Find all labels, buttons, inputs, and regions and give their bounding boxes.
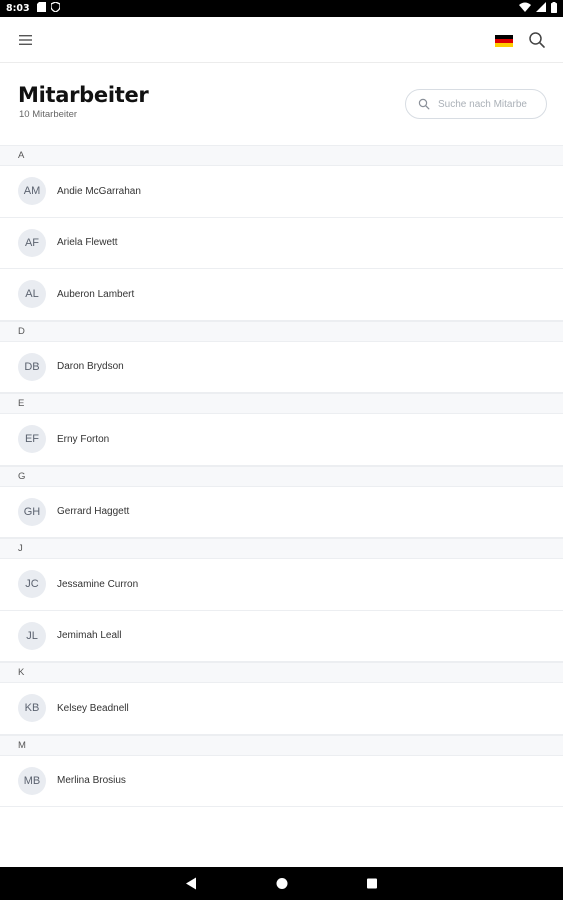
status-time: 8:03 <box>6 3 30 14</box>
section-e: E EF Erny Forton <box>0 393 563 466</box>
employee-name: Jemimah Leall <box>57 630 122 642</box>
navigation-bar <box>0 867 563 900</box>
section-a: A AM Andie McGarrahan AF Ariela Flewett AL Aub… <box>0 145 563 321</box>
employee-name: Erny Forton <box>57 433 110 445</box>
section-m: M MB Merlina Brosius <box>0 734 563 807</box>
page-title: Mitarbeiter <box>18 83 149 107</box>
employee-count: 10 Mitarbeiter <box>19 109 78 120</box>
employee-row[interactable]: KB Kelsey Beadnell <box>0 683 563 735</box>
section-header: K <box>0 662 563 683</box>
section-header: D <box>0 320 563 342</box>
avatar: AL <box>18 280 46 309</box>
avatar: EF <box>18 425 46 454</box>
section-header: M <box>0 734 563 756</box>
german-flag-icon[interactable] <box>495 34 513 47</box>
avatar: GH <box>18 497 46 526</box>
avatar: AM <box>18 177 46 206</box>
avatar: AF <box>18 228 46 257</box>
home-icon[interactable] <box>276 877 288 895</box>
page-header: Mitarbeiter 10 Mitarbeiter <box>0 63 563 145</box>
employee-row[interactable]: DB Daron Brydson <box>0 341 563 393</box>
avatar: MB <box>18 766 46 795</box>
employee-row[interactable]: EF Erny Forton <box>0 414 563 466</box>
employee-name: Jessamine Curron <box>57 578 139 590</box>
recents-icon[interactable] <box>366 877 378 895</box>
section-header: G <box>0 465 563 487</box>
back-icon[interactable] <box>185 877 197 895</box>
employee-name: Daron Brydson <box>57 361 124 373</box>
employee-search-input[interactable] <box>438 98 546 110</box>
section-k: K KB Kelsey Beadnell <box>0 662 563 735</box>
employee-name: Ariela Flewett <box>57 237 118 249</box>
avatar: JC <box>18 570 46 599</box>
employee-name: Gerrard Haggett <box>57 506 130 518</box>
employee-row[interactable]: AL Auberon Lambert <box>0 269 563 321</box>
employee-row[interactable]: JL Jemimah Leall <box>0 610 563 662</box>
wifi-icon <box>519 2 531 15</box>
employee-row[interactable]: GH Gerrard Haggett <box>0 486 563 538</box>
employee-row[interactable]: MB Merlina Brosius <box>0 755 563 807</box>
employee-row[interactable]: JC Jessamine Curron <box>0 559 563 611</box>
section-header: J <box>0 538 563 559</box>
search-field-icon <box>418 98 430 110</box>
employee-name: Kelsey Beadnell <box>57 702 129 714</box>
status-bar: 8:03 <box>0 0 563 17</box>
search-icon[interactable] <box>527 30 547 50</box>
section-d: D DB Daron Brydson <box>0 320 563 393</box>
employee-row[interactable]: AM Andie McGarrahan <box>0 166 563 218</box>
battery-icon <box>551 1 557 16</box>
section-j: J JC Jessamine Curron JL Jemimah Leall <box>0 538 563 662</box>
section-g: G GH Gerrard Haggett <box>0 465 563 538</box>
avatar: KB <box>18 694 46 723</box>
avatar: JL <box>18 621 46 650</box>
avatar: DB <box>18 352 46 381</box>
employee-list: A AM Andie McGarrahan AF Ariela Flewett AL Aub… <box>0 145 563 807</box>
employee-name: Merlina Brosius <box>57 775 126 787</box>
signal-icon <box>536 2 546 15</box>
employee-name: Andie McGarrahan <box>57 185 141 197</box>
employee-name: Auberon Lambert <box>57 288 135 300</box>
section-header: A <box>0 145 563 166</box>
section-header: E <box>0 393 563 414</box>
employee-search-box[interactable] <box>405 89 547 119</box>
shield-icon <box>49 1 61 15</box>
sd-card-icon <box>36 2 46 15</box>
employee-row[interactable]: AF Ariela Flewett <box>0 217 563 269</box>
app-bar <box>0 17 563 63</box>
hamburger-menu-icon[interactable] <box>17 31 35 49</box>
